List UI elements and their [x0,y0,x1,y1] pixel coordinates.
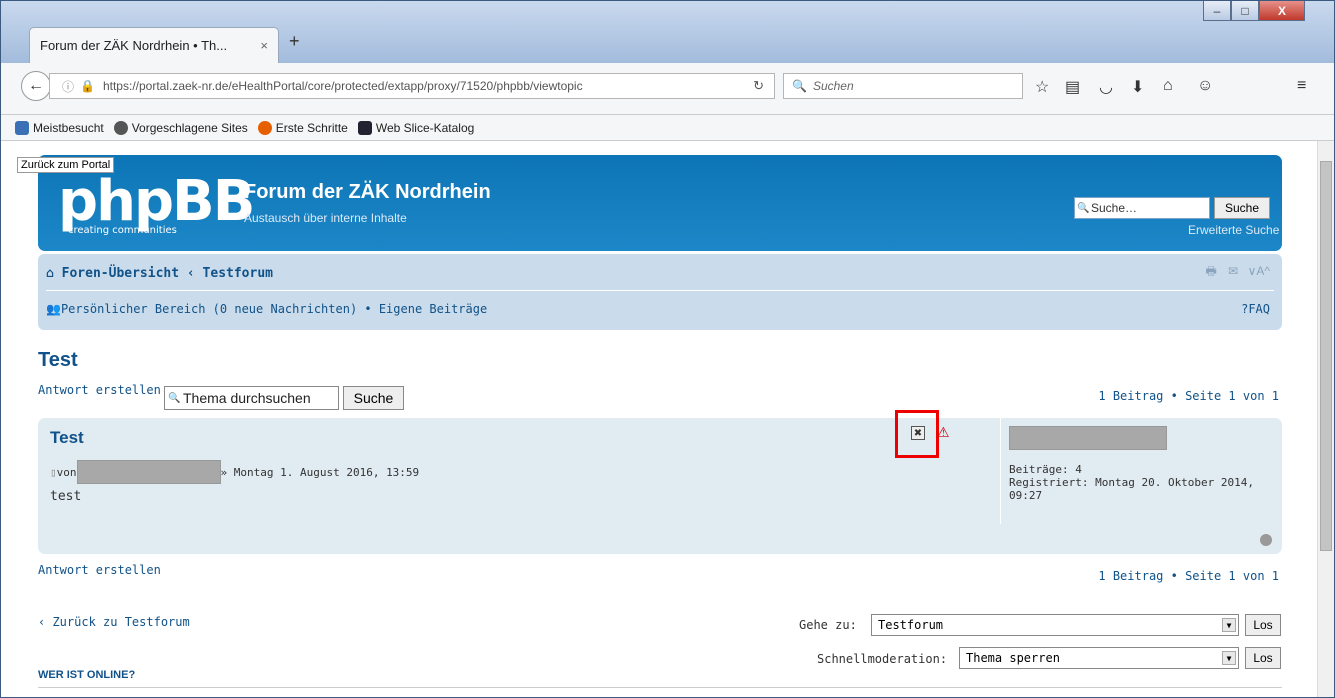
search-icon: 🔍 [1077,202,1090,214]
personal-links[interactable]: 👥Persönlicher Bereich (0 neue Nachrichte… [46,302,487,316]
back-to-forum-link[interactable]: ‹ Zurück zu Testforum [38,615,190,629]
info-icon[interactable]: ⓘ [62,78,74,95]
phpbb-logo[interactable]: phpBB creating communities [58,169,255,236]
bookmark-vorgeschlagene-sites[interactable]: Vorgeschlagene Sites [113,120,248,135]
home-icon[interactable]: ⌂ [1163,77,1173,95]
post-meta: ▯ von » Montag 1. August 2016, 13:59 [50,460,419,484]
bookmark-star-icon[interactable]: ☆ [1035,77,1049,97]
download-icon[interactable]: ⬇ [1131,77,1144,97]
reload-icon[interactable]: ↻ [753,78,764,94]
globe-icon [113,120,128,135]
chevron-down-icon: ▼ [1222,618,1236,632]
firefox-icon [257,120,272,135]
back-button[interactable]: ← [21,71,51,101]
chevron-down-icon: ▼ [1222,651,1236,665]
browser-tab[interactable]: Forum der ZÄK Nordrhein • Th... × [29,27,279,63]
who-is-online-heading[interactable]: WER IST ONLINE? [38,669,135,681]
quick-mod-label: Schnellmoderation: [817,652,948,666]
forum-navbar: ⌂ Foren-Übersicht ‹ Testforum 🖶 ✉ ∨A^ 👥P… [38,254,1282,330]
title-bar: – □ X Forum der ZÄK Nordrhein • Th... × … [1,1,1334,69]
delete-post-icon[interactable]: ✖ [911,426,925,440]
reading-list-icon[interactable]: ▤ [1065,77,1080,97]
page-viewport: phpBB creating communities Forum der ZÄK… [1,141,1317,697]
header-search-button[interactable]: Suche [1214,197,1270,219]
topic-search-button[interactable]: Suche [343,386,404,410]
minimize-button[interactable]: – [1203,1,1231,21]
search-icon: 🔍 [792,79,807,93]
search-icon: 🔍 [168,392,181,404]
bookmark-web-slice-katalog[interactable]: Web Slice-Katalog [357,120,474,135]
new-tab-button[interactable]: + [289,31,300,52]
divider [38,687,1282,688]
faq-link[interactable]: ?FAQ [1241,302,1270,316]
redacted-username [1009,426,1167,450]
print-icon[interactable]: 🖶 [1206,264,1217,278]
divider [46,290,1274,291]
jump-select[interactable]: Testforum ▼ [871,614,1239,636]
advanced-search-link[interactable]: Erweiterte Suche [1188,223,1279,237]
post-body: test [50,489,82,504]
vertical-scrollbar[interactable] [1317,141,1334,697]
tab-title: Forum der ZÄK Nordrhein • Th... [40,38,228,53]
reply-button-bottom[interactable]: Antwort erstellen [38,563,161,577]
topic-tools: 🖶 ✉ ∨A^ [1206,262,1271,283]
breadcrumb[interactable]: ⌂ Foren-Übersicht ‹ Testforum [46,266,273,281]
home-icon: ⌂ [46,266,62,281]
lock-icon: 🔒 [80,79,95,93]
url-text: https://portal.zaek-nr.de/eHealthPortal/… [102,79,583,93]
site-description: Austausch über interne Inhalte [244,211,407,225]
report-icon[interactable]: ⚠ [937,424,950,441]
email-icon[interactable]: ✉ [1228,264,1238,278]
browser-search-input[interactable]: 🔍 Suchen [783,73,1023,99]
jump-go-button[interactable]: Los [1245,614,1281,636]
post: Test ▯ von » Montag 1. August 2016, 13:5… [38,410,1282,554]
bookmark-folder-icon [15,120,29,135]
chat-icon[interactable]: ☺ [1197,77,1213,95]
url-bar[interactable]: ⓘ 🔒 https://portal.zaek-nr.de/eHealthPor… [49,73,775,99]
topic-search-input[interactable]: 🔍 Thema durchsuchen [164,386,339,410]
menu-icon[interactable]: ≡ [1297,77,1306,95]
back-to-top-icon[interactable] [1260,534,1272,546]
maximize-button[interactable]: □ [1231,1,1259,21]
back-to-portal-link[interactable]: Zurück zum Portal [17,157,115,173]
jump-label: Gehe zu: [799,618,857,632]
tab-close-icon[interactable]: × [260,38,268,53]
topic-title[interactable]: Test [38,349,78,372]
bookmark-meistbesucht[interactable]: Meistbesucht [15,120,104,135]
forum-header: phpBB creating communities Forum der ZÄK… [38,155,1282,251]
post-icon: ▯ [50,465,57,479]
browser-window: – □ X Forum der ZÄK Nordrhein • Th... × … [0,0,1335,698]
quick-mod-select[interactable]: Thema sperren ▼ [959,647,1239,669]
font-size-icon[interactable]: ∨A^ [1248,264,1270,278]
user-icon: 👥 [46,302,61,316]
pagination-bottom: 1 Beitrag • Seite 1 von 1 [1098,569,1279,583]
header-search-input[interactable]: 🔍 Suche… [1074,197,1210,219]
post-profile: Beiträge: 4 Registriert: Montag 20. Okto… [1000,418,1282,524]
profile-details: Beiträge: 4 Registriert: Montag 20. Okto… [1009,463,1255,502]
reply-button[interactable]: Antwort erstellen [38,383,161,397]
bookmark-erste-schritte[interactable]: Erste Schritte [257,120,348,135]
redacted-author [76,460,221,484]
quick-mod-go-button[interactable]: Los [1245,647,1281,669]
post-title[interactable]: Test [50,428,84,448]
back-arrow-icon: ← [28,77,44,94]
close-button[interactable]: X [1259,1,1305,21]
navigation-toolbar: ← ⓘ 🔒 https://portal.zaek-nr.de/eHealthP… [1,63,1334,115]
bookmarks-toolbar: Meistbesucht Vorgeschlagene Sites Erste … [1,115,1334,141]
scrollbar-thumb[interactable] [1320,161,1332,551]
pocket-icon[interactable]: ◡ [1099,77,1113,97]
pagination: 1 Beitrag • Seite 1 von 1 [1098,389,1279,403]
web-slice-icon [357,120,372,135]
site-name: Forum der ZÄK Nordrhein [244,181,491,203]
